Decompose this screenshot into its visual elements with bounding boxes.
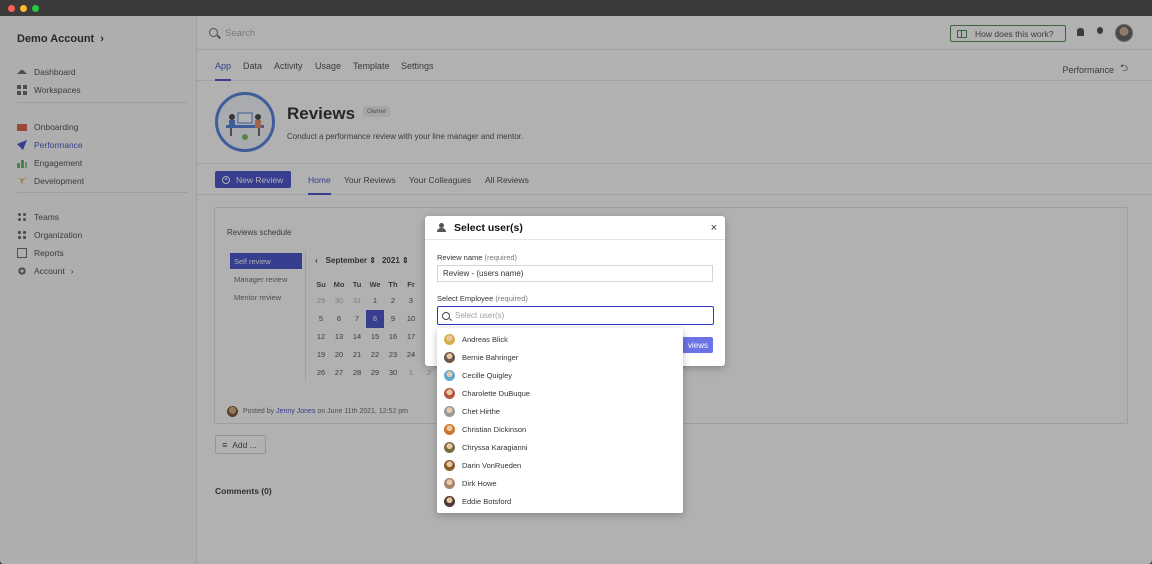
window-maximize-button[interactable] <box>32 5 39 12</box>
modal-title: Select user(s) <box>454 221 523 234</box>
user-option[interactable]: Chet Hirthe <box>437 402 683 420</box>
required-tag: (required) <box>484 253 518 262</box>
window-minimize-button[interactable] <box>20 5 27 12</box>
user-option[interactable]: Eddie Botsford <box>437 492 683 510</box>
review-name-label-text: Review name <box>437 253 483 262</box>
user-option[interactable]: Cecille Quigley <box>437 366 683 384</box>
close-icon[interactable]: × <box>711 222 717 234</box>
user-option[interactable]: Darin VonRueden <box>437 456 683 474</box>
user-avatar <box>444 351 455 363</box>
modal-header: Select user(s) × <box>425 216 725 240</box>
user-avatar <box>444 441 455 453</box>
required-tag: (required) <box>495 294 528 303</box>
search-icon <box>442 311 450 320</box>
user-avatar <box>444 495 455 507</box>
users-icon <box>437 223 447 232</box>
user-avatar <box>444 405 455 417</box>
user-name: Cecille Quigley <box>462 370 513 380</box>
user-avatar <box>444 459 455 471</box>
user-name: Bernie Bahringer <box>462 352 519 362</box>
user-name: Darin VonRueden <box>462 460 522 470</box>
user-name: Dirk Howe <box>462 478 497 488</box>
user-name: Andreas Blick <box>462 334 508 344</box>
user-name: Charolette DuBuque <box>462 388 530 398</box>
review-name-field[interactable]: Review - (users name) <box>437 265 713 282</box>
employee-label-text: Select Employee <box>437 294 494 303</box>
review-name-label: Review name (required) <box>437 253 517 262</box>
user-avatar <box>444 477 455 489</box>
employee-select-input[interactable]: Select user(s) <box>437 306 714 325</box>
employee-placeholder: Select user(s) <box>455 311 505 320</box>
employee-label: Select Employee (required) <box>437 294 528 303</box>
user-option[interactable]: Charolette DuBuque <box>437 384 683 402</box>
user-name: Chryssa Karagianni <box>462 442 528 452</box>
user-avatar <box>444 387 455 399</box>
user-name: Chet Hirthe <box>462 406 500 416</box>
window-titlebar <box>0 0 1152 16</box>
user-name: Eddie Botsford <box>462 496 512 506</box>
user-option[interactable]: Andreas Blick <box>437 330 683 348</box>
user-avatar <box>444 423 455 435</box>
user-option[interactable]: Bernie Bahringer <box>437 348 683 366</box>
window-close-button[interactable] <box>8 5 15 12</box>
user-avatar <box>444 369 455 381</box>
user-option[interactable]: Chryssa Karagianni <box>437 438 683 456</box>
user-avatar <box>444 333 455 345</box>
user-option[interactable]: Christian Dickinson <box>437 420 683 438</box>
user-name: Christian Dickinson <box>462 424 527 434</box>
user-option[interactable]: Dirk Howe <box>437 474 683 492</box>
user-dropdown: Andreas Blick Bernie Bahringer Cecille Qui… <box>437 328 683 513</box>
